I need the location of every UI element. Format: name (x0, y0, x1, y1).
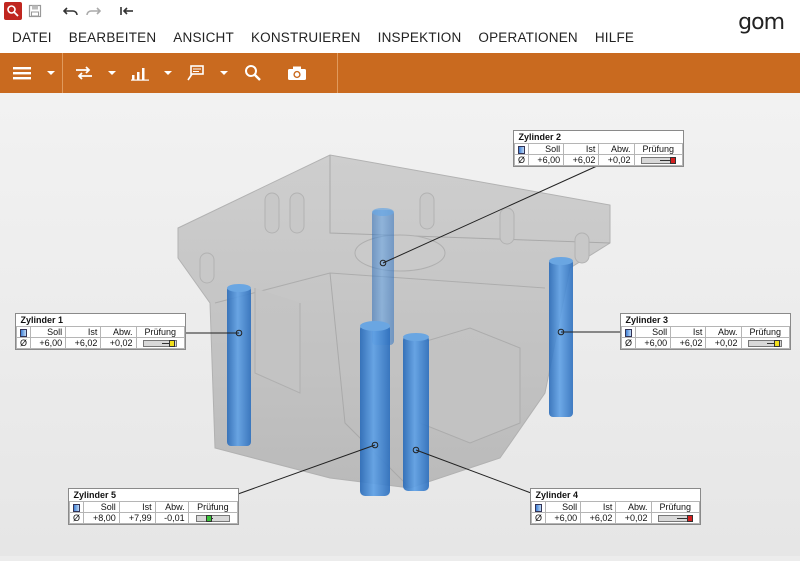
diameter-symbol: Ø (530, 512, 547, 524)
col-soll: Soll (528, 143, 565, 155)
value-ist: +7,99 (118, 512, 156, 524)
label-zylinder-1[interactable]: Zylinder 1 Soll Ist Abw. Prüfung Ø +6,00… (15, 313, 186, 350)
col-ist: Ist (580, 501, 617, 513)
save-icon[interactable] (26, 2, 44, 20)
col-ist: Ist (118, 501, 156, 513)
menu-konstruieren[interactable]: KONSTRUIEREN (251, 30, 361, 45)
menu-hilfe[interactable]: HILFE (595, 30, 634, 45)
value-abw: +0,02 (100, 337, 137, 349)
col-pruefung: Prüfung (135, 326, 186, 338)
col-abw: Abw. (154, 501, 189, 513)
label-title: Zylinder 2 (518, 132, 562, 142)
redo-icon[interactable] (84, 2, 102, 20)
camera-icon[interactable] (275, 53, 319, 93)
label-zylinder-5[interactable]: Zylinder 5 Soll Ist Abw. Prüfung Ø +8,00… (68, 488, 239, 525)
value-ist: +6,02 (65, 337, 102, 349)
diameter-symbol: Ø (68, 512, 85, 524)
tolerance-indicator (740, 337, 791, 349)
menu-bar: DATEI BEARBEITEN ANSICHT KONSTRUIEREN IN… (0, 22, 800, 53)
3d-viewport[interactable]: Zylinder 2 Soll Ist Abw. Prüfung Ø +6,00… (0, 93, 800, 556)
tolerance-indicator (650, 512, 701, 524)
diameter-symbol: Ø (15, 337, 32, 349)
search-icon[interactable] (4, 2, 22, 20)
label-title: Zylinder 3 (625, 315, 669, 325)
value-soll: +8,00 (83, 512, 120, 524)
diameter-symbol: Ø (620, 337, 637, 349)
col-pruefung: Prüfung (633, 143, 684, 155)
menu-bearbeiten[interactable]: BEARBEITEN (69, 30, 157, 45)
label-zylinder-4[interactable]: Zylinder 4 Soll Ist Abw. Prüfung Ø +6,00… (530, 488, 701, 525)
menu-operationen[interactable]: OPERATIONEN (478, 30, 577, 45)
col-abw: Abw. (615, 501, 652, 513)
label-zylinder-2[interactable]: Zylinder 2 Soll Ist Abw. Prüfung Ø +6,00… (513, 130, 684, 167)
value-ist: +6,02 (670, 337, 707, 349)
cylinder-5[interactable] (360, 321, 390, 496)
value-abw: -0,01 (154, 512, 189, 524)
value-soll: +6,00 (528, 154, 565, 166)
back-arrow-icon[interactable] (118, 2, 136, 20)
value-abw: +0,02 (598, 154, 635, 166)
cylinder-4[interactable] (403, 333, 429, 491)
col-soll: Soll (635, 326, 672, 338)
hamburger-dropdown-chevron-down-icon[interactable] (44, 70, 58, 76)
col-ist: Ist (670, 326, 707, 338)
chart-dropdown-chevron-down-icon[interactable] (161, 70, 175, 76)
label-title: Zylinder 4 (535, 490, 579, 500)
col-soll: Soll (83, 501, 120, 513)
label-zylinder-3[interactable]: Zylinder 3 Soll Ist Abw. Prüfung Ø +6,00… (620, 313, 791, 350)
legend-swatch (513, 143, 530, 155)
col-soll: Soll (30, 326, 67, 338)
col-ist: Ist (563, 143, 600, 155)
magnifier-icon[interactable] (231, 53, 275, 93)
col-abw: Abw. (705, 326, 742, 338)
tolerance-indicator (633, 154, 684, 166)
tolerance-indicator (135, 337, 186, 349)
label-title: Zylinder 5 (73, 490, 117, 500)
col-pruefung: Prüfung (650, 501, 701, 513)
main-toolbar (0, 53, 800, 93)
cylinder-1[interactable] (227, 284, 251, 446)
align-dropdown-chevron-down-icon[interactable] (105, 70, 119, 76)
bar-chart-icon[interactable] (119, 53, 161, 93)
legend-swatch (68, 501, 85, 513)
col-pruefung: Prüfung (740, 326, 791, 338)
undo-icon[interactable] (62, 2, 80, 20)
gom-logo: gom (738, 10, 785, 35)
col-pruefung: Prüfung (187, 501, 239, 513)
label-title: Zylinder 1 (20, 315, 64, 325)
align-arrows-icon[interactable] (63, 53, 105, 93)
cylinder-3[interactable] (549, 257, 573, 417)
value-ist: +6,02 (580, 512, 617, 524)
legend-swatch (620, 326, 637, 338)
col-soll: Soll (545, 501, 582, 513)
value-ist: +6,02 (563, 154, 600, 166)
col-abw: Abw. (598, 143, 635, 155)
col-abw: Abw. (100, 326, 137, 338)
legend-swatch (15, 326, 32, 338)
value-abw: +0,02 (615, 512, 652, 524)
value-soll: +6,00 (30, 337, 67, 349)
value-abw: +0,02 (705, 337, 742, 349)
col-ist: Ist (65, 326, 102, 338)
label-dropdown-chevron-down-icon[interactable] (217, 70, 231, 76)
hamburger-menu-icon[interactable] (0, 53, 44, 93)
legend-swatch (530, 501, 547, 513)
menu-datei[interactable]: DATEI (12, 30, 52, 45)
quick-access-bar (0, 0, 800, 22)
label-flag-icon[interactable] (175, 53, 217, 93)
menu-inspektion[interactable]: INSPEKTION (378, 30, 462, 45)
diameter-symbol: Ø (513, 154, 530, 166)
value-soll: +6,00 (635, 337, 672, 349)
value-soll: +6,00 (545, 512, 582, 524)
tolerance-indicator (187, 512, 239, 524)
menu-ansicht[interactable]: ANSICHT (173, 30, 234, 45)
